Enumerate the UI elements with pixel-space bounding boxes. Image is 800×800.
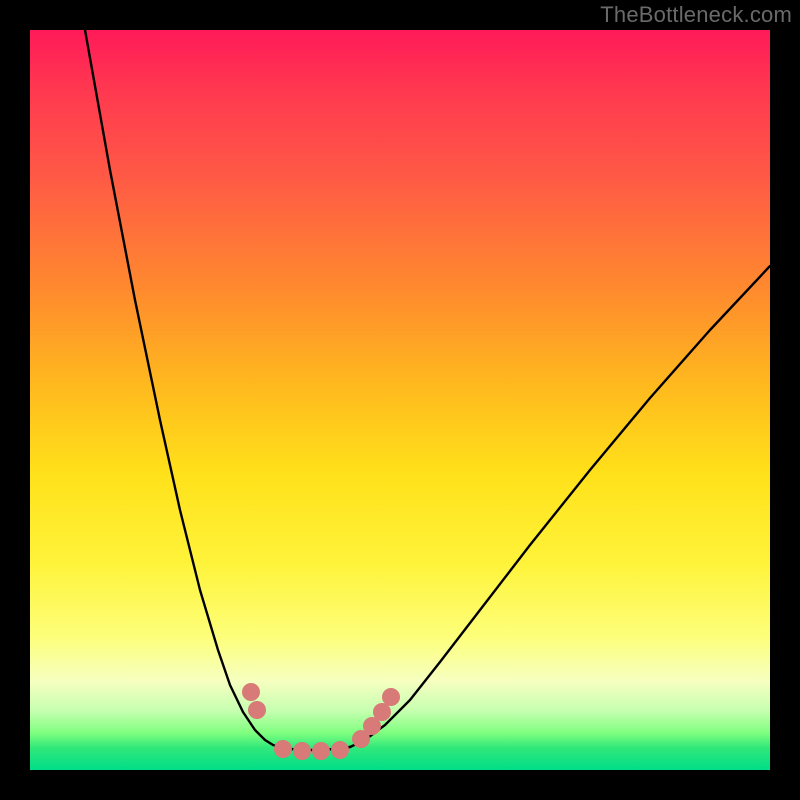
series-group (85, 30, 770, 750)
trough-marker (312, 742, 330, 760)
trough-marker (248, 701, 266, 719)
curves-svg (30, 30, 770, 770)
series-right-curve (350, 266, 770, 747)
plot-area (30, 30, 770, 770)
trough-marker (242, 683, 260, 701)
series-left-curve (85, 30, 280, 747)
trough-marker (373, 703, 391, 721)
watermark-text: TheBottleneck.com (600, 2, 792, 28)
trough-marker (382, 688, 400, 706)
trough-marker (293, 742, 311, 760)
marker-group (242, 683, 400, 760)
trough-marker (331, 741, 349, 759)
chart-frame: TheBottleneck.com (0, 0, 800, 800)
trough-marker (274, 740, 292, 758)
